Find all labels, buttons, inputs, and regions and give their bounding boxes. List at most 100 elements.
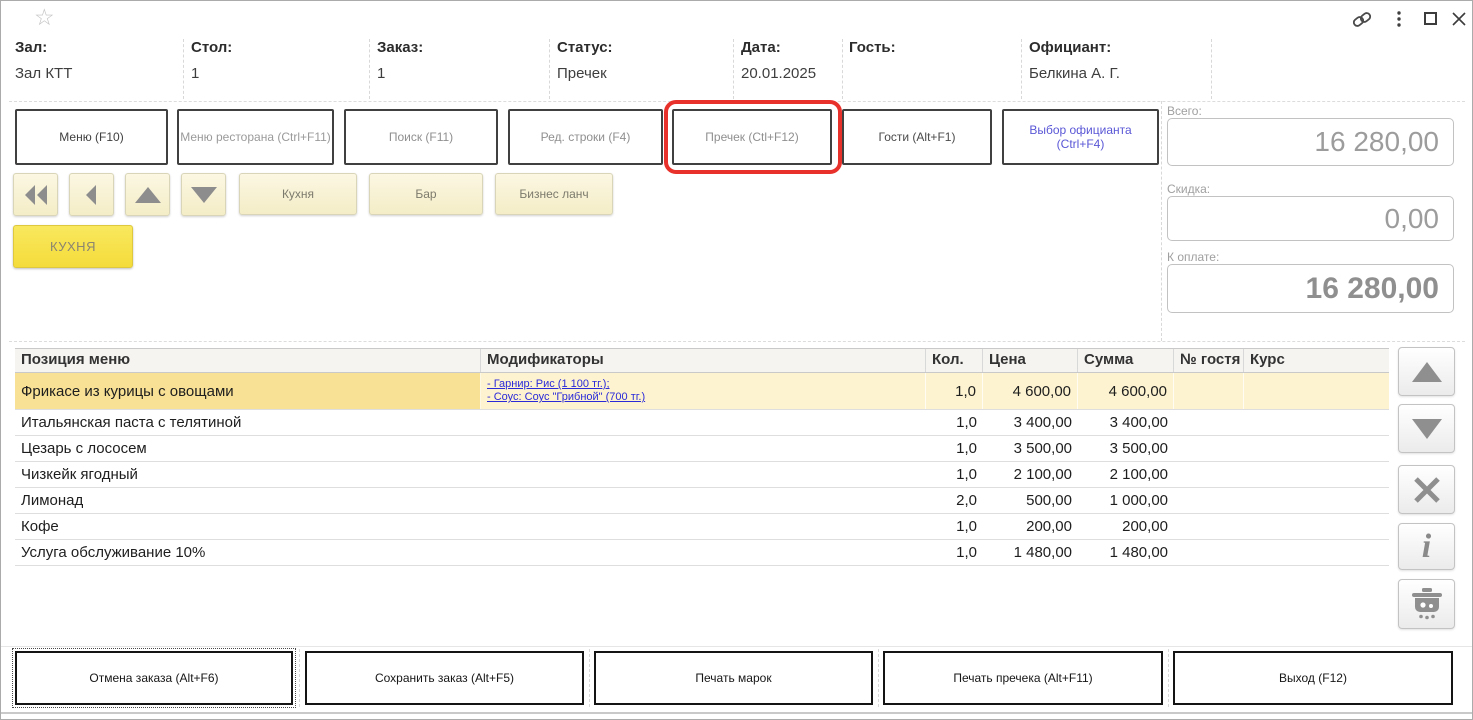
guest-number xyxy=(1174,373,1244,409)
cross-icon xyxy=(1412,475,1442,505)
nav-up-button[interactable] xyxy=(125,173,170,216)
column-header-course[interactable]: Курс xyxy=(1244,349,1389,372)
payable-input[interactable]: 16 280,00 xyxy=(1167,264,1454,313)
row-move-up-button[interactable] xyxy=(1398,347,1455,396)
guests-button[interactable]: Гости (Alt+F1) xyxy=(842,109,992,165)
sum-value: 2 100,00 xyxy=(1078,462,1174,487)
qty-value: 1,0 xyxy=(926,462,983,487)
field-separator xyxy=(1211,39,1212,99)
order-label: Заказ: xyxy=(377,39,423,56)
guest-number xyxy=(1174,514,1244,539)
qty-value: 1,0 xyxy=(926,373,983,409)
hall-label: Зал: xyxy=(15,39,72,56)
row-move-down-button[interactable] xyxy=(1398,404,1455,453)
edit-row-button[interactable]: Ред. строки (F4) xyxy=(508,109,663,165)
guest-number xyxy=(1174,436,1244,461)
payable-value: 16 280,00 xyxy=(1306,272,1439,306)
send-to-kitchen-button[interactable] xyxy=(1398,579,1455,629)
guest-number xyxy=(1174,462,1244,487)
category-label: Кухня xyxy=(282,187,314,201)
active-category-kitchen-button[interactable]: КУХНЯ xyxy=(13,225,133,268)
table-row[interactable]: Чизкейк ягодный1,02 100,002 100,00 xyxy=(15,462,1389,488)
table-label: Стол: xyxy=(191,39,232,56)
field-waiter: Официант: Белкина А. Г. xyxy=(1029,39,1120,82)
order-table-body: Фрикасе из курицы с овощами- Гарнир: Рис… xyxy=(15,373,1389,566)
select-waiter-button[interactable]: Выбор официанта (Ctrl+F4) xyxy=(1002,109,1159,165)
print-precheck-button[interactable]: Печать пречека (Alt+F11) xyxy=(883,651,1163,705)
nav-prev-button[interactable] xyxy=(69,173,114,216)
total-input[interactable]: 16 280,00 xyxy=(1167,118,1454,166)
table-row[interactable]: Кофе1,0200,00200,00 xyxy=(15,514,1389,540)
date-label: Дата: xyxy=(741,39,816,56)
table-row[interactable]: Лимонад2,0500,001 000,00 xyxy=(15,488,1389,514)
maximize-icon xyxy=(1424,12,1437,25)
course-value xyxy=(1244,373,1389,409)
table-row[interactable]: Фрикасе из курицы с овощами- Гарнир: Рис… xyxy=(15,373,1389,410)
course-value xyxy=(1244,462,1389,487)
sum-value: 1 480,00 xyxy=(1078,540,1174,565)
bottom-separator xyxy=(878,649,879,707)
close-button[interactable] xyxy=(1450,9,1468,29)
modifiers-cell xyxy=(481,410,926,435)
field-status: Статус: Пречек xyxy=(557,39,613,82)
close-icon xyxy=(1452,12,1466,26)
field-separator xyxy=(733,39,734,99)
print-marks-button[interactable]: Печать марок xyxy=(594,651,873,705)
table-row[interactable]: Итальянская паста с телятиной1,03 400,00… xyxy=(15,410,1389,436)
field-table: Стол: 1 xyxy=(191,39,232,82)
search-button[interactable]: Поиск (F11) xyxy=(344,109,498,165)
bottom-separator xyxy=(589,649,590,707)
bottom-separator xyxy=(299,649,300,707)
cancel-order-button[interactable]: Отмена заказа (Alt+F6) xyxy=(15,651,293,705)
info-icon: i xyxy=(1422,530,1431,564)
modifier-link[interactable]: - Соус: Соус "Грибной" (700 тг.) xyxy=(487,391,645,404)
modifier-link[interactable]: - Гарнир: Рис (1 100 тг.); xyxy=(487,378,610,391)
down-arrow-icon xyxy=(189,183,219,207)
table-row[interactable]: Услуга обслуживание 10%1,01 480,001 480,… xyxy=(15,540,1389,566)
table-value: 1 xyxy=(191,65,232,82)
category-bar-button[interactable]: Бар xyxy=(369,173,483,215)
qty-value: 1,0 xyxy=(926,514,983,539)
column-header-guest[interactable]: № гостя xyxy=(1174,349,1244,372)
group-separator xyxy=(9,341,1465,342)
cooking-pot-icon xyxy=(1408,587,1446,621)
discount-input[interactable]: 0,00 xyxy=(1167,196,1454,241)
category-kitchen-button[interactable]: Кухня xyxy=(239,173,357,215)
info-button[interactable]: i xyxy=(1398,523,1455,570)
total-value: 16 280,00 xyxy=(1314,126,1439,158)
category-business-lunch-button[interactable]: Бизнес ланч xyxy=(495,173,613,215)
qty-value: 1,0 xyxy=(926,410,983,435)
field-separator xyxy=(183,39,184,99)
more-dots-icon xyxy=(1396,10,1402,28)
category-label: Бизнес ланч xyxy=(519,187,588,201)
column-header-price[interactable]: Цена xyxy=(983,349,1078,372)
pos-order-window: ☆ Зал: Зал КТТ Стол: 1 Заказ: 1 Статус xyxy=(0,0,1473,720)
table-row[interactable]: Цезарь с лососем1,03 500,003 500,00 xyxy=(15,436,1389,462)
nav-first-button[interactable] xyxy=(13,173,58,216)
modifiers-cell xyxy=(481,514,926,539)
delete-row-button[interactable] xyxy=(1398,465,1455,514)
column-header-sum[interactable]: Сумма xyxy=(1078,349,1174,372)
price-value: 500,00 xyxy=(983,488,1078,513)
exit-button[interactable]: Выход (F12) xyxy=(1173,651,1453,705)
total-label: Всего: xyxy=(1167,104,1202,118)
restaurant-menu-button[interactable]: Меню ресторана (Ctrl+F11) xyxy=(177,109,334,165)
column-header-modifiers[interactable]: Модификаторы xyxy=(481,349,926,372)
left-arrow-icon xyxy=(79,182,105,208)
precheck-button[interactable]: Пречек (Ctl+F12) xyxy=(672,109,832,165)
more-menu-button[interactable] xyxy=(1391,9,1407,29)
nav-down-button[interactable] xyxy=(181,173,226,216)
menu-item-name: Лимонад xyxy=(15,488,481,513)
menu-item-name: Чизкейк ягодный xyxy=(15,462,481,487)
save-order-button[interactable]: Сохранить заказ (Alt+F5) xyxy=(305,651,584,705)
column-header-menu-item[interactable]: Позиция меню xyxy=(15,349,481,372)
link-button[interactable] xyxy=(1350,9,1374,29)
menu-button[interactable]: Меню (F10) xyxy=(15,109,168,165)
column-header-qty[interactable]: Кол. xyxy=(926,349,983,372)
menu-item-name: Цезарь с лососем xyxy=(15,436,481,461)
maximize-button[interactable] xyxy=(1422,10,1439,27)
qty-value: 1,0 xyxy=(926,436,983,461)
favorite-star-icon[interactable]: ☆ xyxy=(34,6,55,29)
discount-value: 0,00 xyxy=(1385,203,1440,235)
waiter-label: Официант: xyxy=(1029,39,1120,56)
